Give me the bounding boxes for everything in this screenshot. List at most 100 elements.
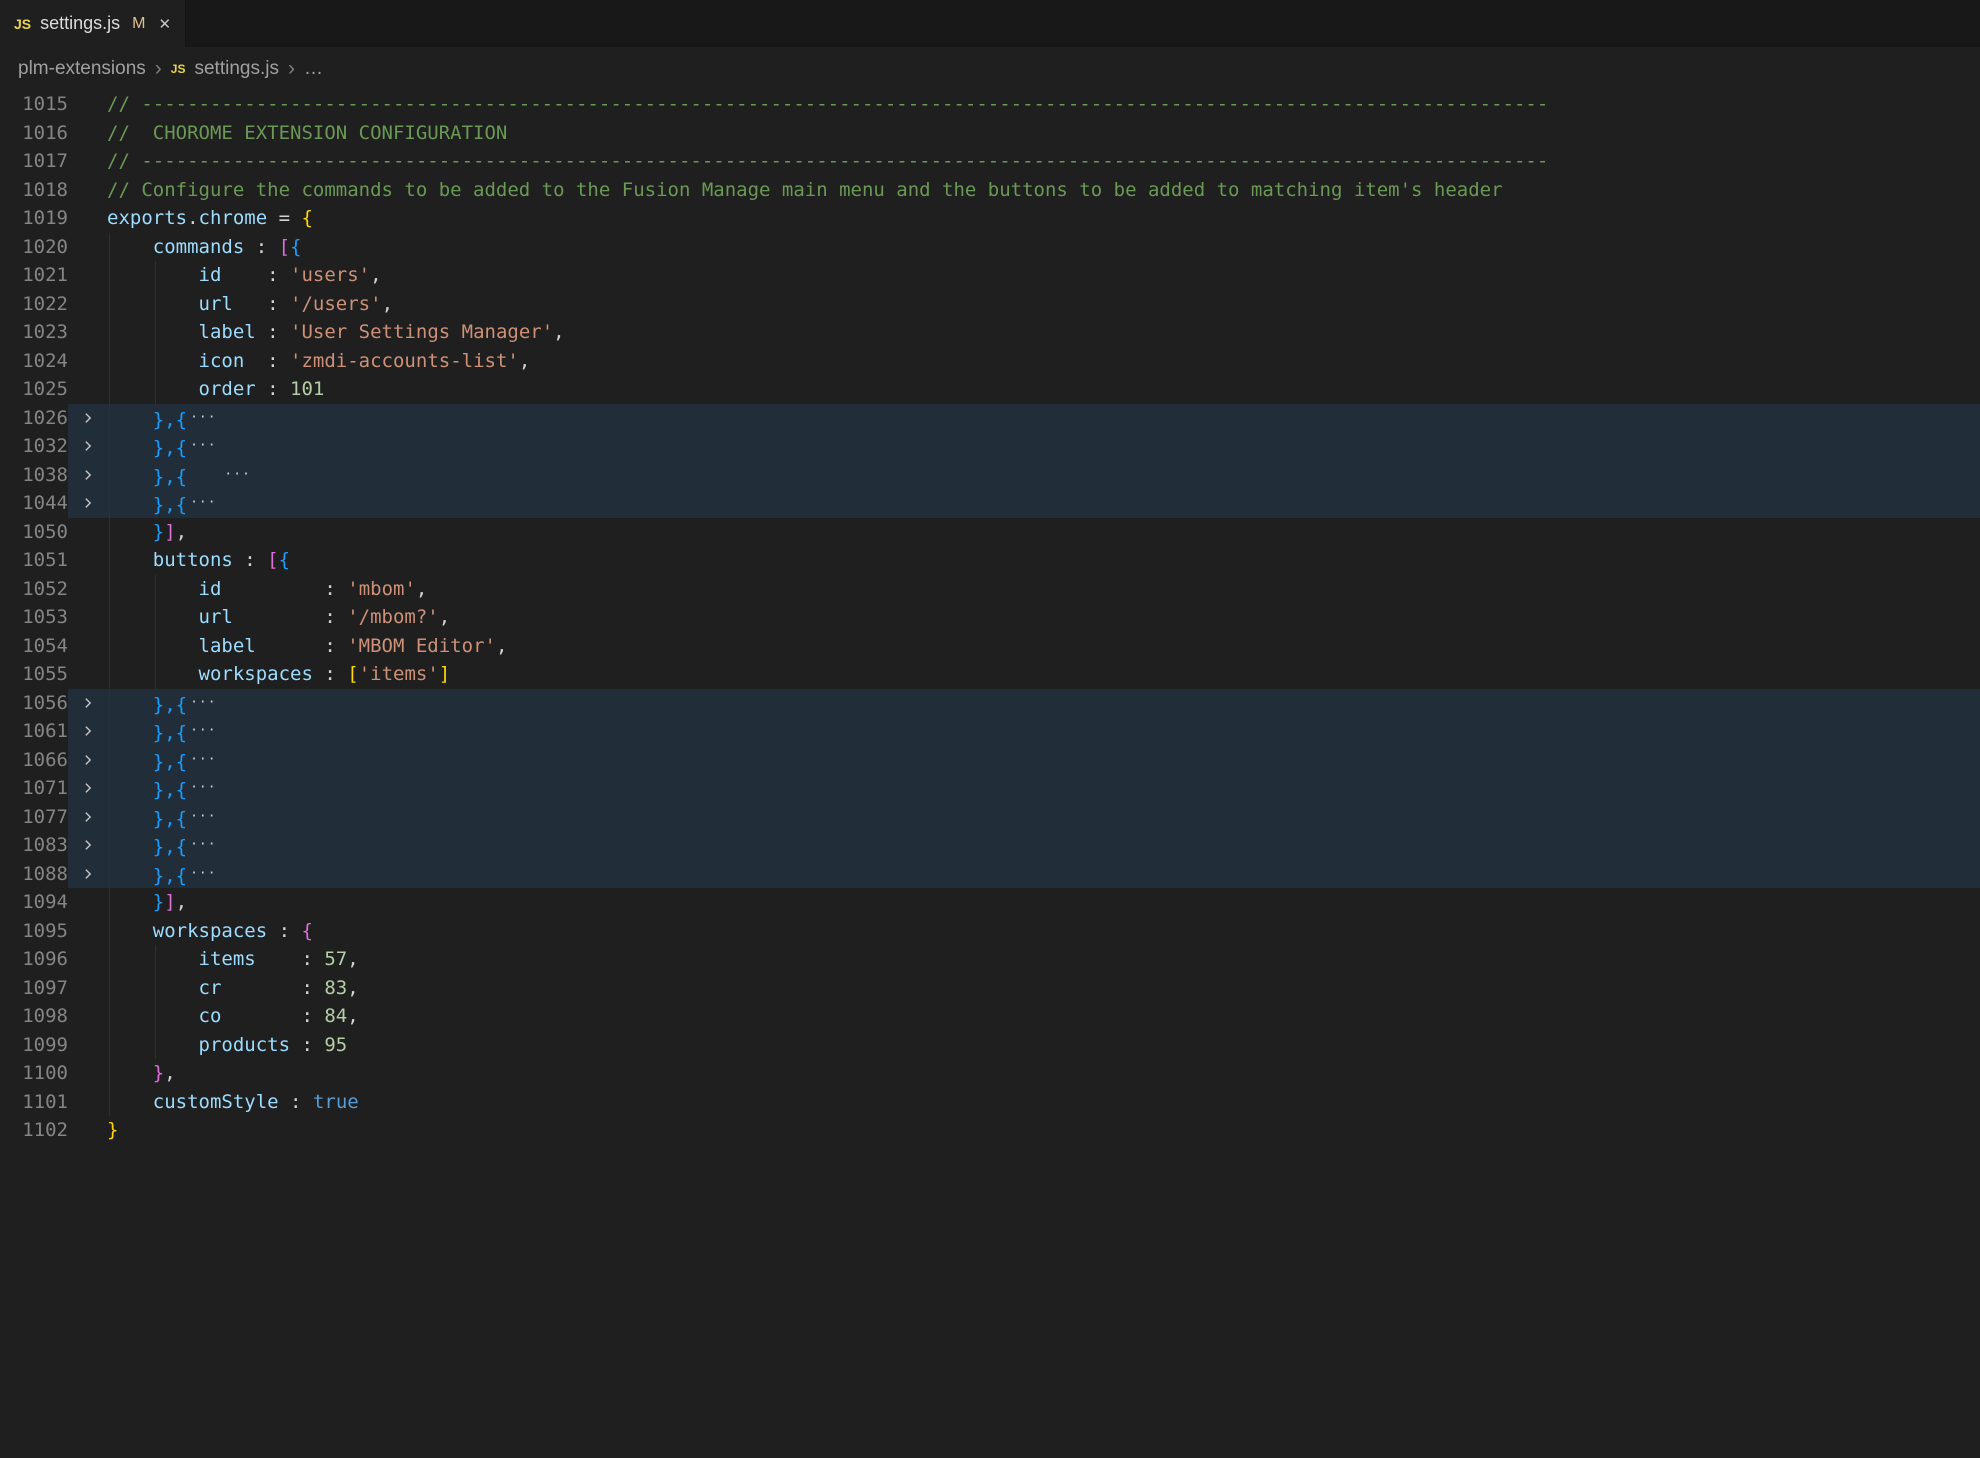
- gutter-spacer: [68, 176, 107, 205]
- line-number: 1096: [0, 945, 68, 974]
- code-text: },{···: [107, 432, 1980, 461]
- tab-settings-js[interactable]: JS settings.js M ✕: [0, 0, 186, 47]
- code-line[interactable]: 1100 },: [0, 1059, 1980, 1088]
- gutter-spacer: [68, 974, 107, 1003]
- code-line[interactable]: 1021 id : 'users',: [0, 261, 1980, 290]
- line-number: 1025: [0, 375, 68, 404]
- line-number: 1054: [0, 632, 68, 661]
- code-text: exports.chrome = {: [107, 204, 1980, 233]
- code-line[interactable]: 1102}: [0, 1116, 1980, 1145]
- code-text: },{···: [107, 860, 1980, 889]
- gutter-spacer: [68, 147, 107, 176]
- fold-chevron-icon[interactable]: [68, 432, 107, 461]
- gutter-spacer: [68, 233, 107, 262]
- code-line[interactable]: 1097 cr : 83,: [0, 974, 1980, 1003]
- code-line[interactable]: 1038 },{ ···: [0, 461, 1980, 490]
- line-number: 1094: [0, 888, 68, 917]
- code-line[interactable]: 1017// ---------------------------------…: [0, 147, 1980, 176]
- close-icon[interactable]: ✕: [159, 15, 172, 33]
- code-line[interactable]: 1099 products : 95: [0, 1031, 1980, 1060]
- code-line[interactable]: 1077 },{···: [0, 803, 1980, 832]
- line-number: 1066: [0, 746, 68, 775]
- code-line[interactable]: 1098 co : 84,: [0, 1002, 1980, 1031]
- code-text: customStyle : true: [107, 1088, 1980, 1117]
- gutter-spacer: [68, 290, 107, 319]
- fold-chevron-icon[interactable]: [68, 831, 107, 860]
- code-line[interactable]: 1032 },{···: [0, 432, 1980, 461]
- code-line[interactable]: 1051 buttons : [{: [0, 546, 1980, 575]
- code-text: },{···: [107, 689, 1980, 718]
- code-line[interactable]: 1022 url : '/users',: [0, 290, 1980, 319]
- gutter-spacer: [68, 632, 107, 661]
- code-line[interactable]: 1020 commands : [{: [0, 233, 1980, 262]
- fold-chevron-icon[interactable]: [68, 461, 107, 490]
- fold-chevron-icon[interactable]: [68, 860, 107, 889]
- code-text: order : 101: [107, 375, 1980, 404]
- code-line[interactable]: 1071 },{···: [0, 774, 1980, 803]
- code-line[interactable]: 1056 },{···: [0, 689, 1980, 718]
- code-text: buttons : [{: [107, 546, 1980, 575]
- code-text: },{···: [107, 831, 1980, 860]
- indent-guide: [155, 945, 156, 1059]
- code-line[interactable]: 1088 },{···: [0, 860, 1980, 889]
- code-line[interactable]: 1016// CHOROME EXTENSION CONFIGURATION: [0, 119, 1980, 148]
- gutter-spacer: [68, 1059, 107, 1088]
- code-text: },{···: [107, 489, 1980, 518]
- code-line[interactable]: 1054 label : 'MBOM Editor',: [0, 632, 1980, 661]
- code-line[interactable]: 1053 url : '/mbom?',: [0, 603, 1980, 632]
- line-number: 1077: [0, 803, 68, 832]
- code-line[interactable]: 1052 id : 'mbom',: [0, 575, 1980, 604]
- code-text: },{ ···: [107, 461, 1980, 490]
- gutter-spacer: [68, 603, 107, 632]
- chevron-right-icon: ›: [155, 58, 162, 79]
- fold-chevron-icon[interactable]: [68, 404, 107, 433]
- breadcrumb-item-folder[interactable]: plm-extensions: [18, 58, 146, 80]
- breadcrumb: plm-extensions › JS settings.js › …: [0, 47, 1980, 90]
- line-number: 1071: [0, 774, 68, 803]
- code-line[interactable]: 1050 }],: [0, 518, 1980, 547]
- line-number: 1044: [0, 489, 68, 518]
- fold-chevron-icon[interactable]: [68, 774, 107, 803]
- code-line[interactable]: 1018// Configure the commands to be adde…: [0, 176, 1980, 205]
- gutter-spacer: [68, 204, 107, 233]
- breadcrumb-ellipsis[interactable]: …: [304, 58, 323, 80]
- line-number: 1061: [0, 717, 68, 746]
- code-line[interactable]: 1026 },{···: [0, 404, 1980, 433]
- fold-chevron-icon[interactable]: [68, 689, 107, 718]
- line-number: 1032: [0, 432, 68, 461]
- code-text: },{···: [107, 717, 1980, 746]
- gutter-spacer: [68, 575, 107, 604]
- code-line[interactable]: 1095 workspaces : {: [0, 917, 1980, 946]
- line-number: 1088: [0, 860, 68, 889]
- code-line[interactable]: 1066 },{···: [0, 746, 1980, 775]
- fold-chevron-icon[interactable]: [68, 803, 107, 832]
- code-line[interactable]: 1019exports.chrome = {: [0, 204, 1980, 233]
- breadcrumb-item-file[interactable]: settings.js: [194, 58, 278, 80]
- gutter-spacer: [68, 1002, 107, 1031]
- fold-chevron-icon[interactable]: [68, 746, 107, 775]
- code-text: label : 'MBOM Editor',: [107, 632, 1980, 661]
- code-text: workspaces : {: [107, 917, 1980, 946]
- code-text: }: [107, 1116, 1980, 1145]
- fold-chevron-icon[interactable]: [68, 489, 107, 518]
- editor: 1015// ---------------------------------…: [0, 90, 1980, 1145]
- code-line[interactable]: 1055 workspaces : ['items']: [0, 660, 1980, 689]
- code-line[interactable]: 1083 },{···: [0, 831, 1980, 860]
- code-line[interactable]: 1024 icon : 'zmdi-accounts-list',: [0, 347, 1980, 376]
- fold-chevron-icon[interactable]: [68, 717, 107, 746]
- code-line[interactable]: 1094 }],: [0, 888, 1980, 917]
- code-line[interactable]: 1023 label : 'User Settings Manager',: [0, 318, 1980, 347]
- line-number: 1020: [0, 233, 68, 262]
- code-line[interactable]: 1061 },{···: [0, 717, 1980, 746]
- code-line[interactable]: 1096 items : 57,: [0, 945, 1980, 974]
- code-text: cr : 83,: [107, 974, 1980, 1003]
- indent-guide: [109, 233, 110, 1117]
- code-line[interactable]: 1101 customStyle : true: [0, 1088, 1980, 1117]
- tab-label: settings.js: [40, 13, 120, 34]
- line-number: 1100: [0, 1059, 68, 1088]
- code-text: },{···: [107, 404, 1980, 433]
- code-line[interactable]: 1015// ---------------------------------…: [0, 90, 1980, 119]
- code-line[interactable]: 1025 order : 101: [0, 375, 1980, 404]
- line-number: 1023: [0, 318, 68, 347]
- code-line[interactable]: 1044 },{···: [0, 489, 1980, 518]
